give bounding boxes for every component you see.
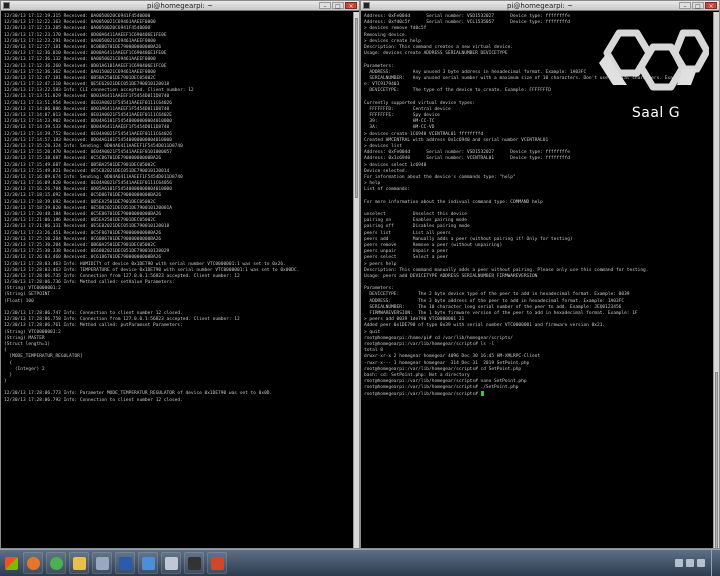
left-scroll-thumb[interactable] bbox=[355, 18, 358, 198]
start-button-taskbar-button[interactable] bbox=[2, 552, 20, 574]
maximize-button[interactable]: □ bbox=[692, 2, 704, 10]
left-window-titlebar[interactable]: pi@homegearpi: ~ – □ × bbox=[1, 1, 359, 11]
firefox-taskbar-button[interactable] bbox=[23, 552, 43, 574]
taskbar bbox=[0, 549, 720, 576]
terminal-line: 12/30/13 17:28:03.463 Info: TEMPERATURE … bbox=[4, 267, 300, 273]
app-terminal-taskbar-button[interactable] bbox=[184, 552, 204, 574]
folder-icon bbox=[72, 556, 86, 570]
tray-network-icon[interactable] bbox=[686, 559, 694, 567]
right-vertical-scrollbar[interactable] bbox=[713, 12, 719, 548]
app-network-taskbar-button[interactable] bbox=[161, 552, 181, 574]
powerpoint-taskbar-button[interactable] bbox=[207, 552, 227, 574]
explorer-taskbar-button[interactable] bbox=[69, 552, 89, 574]
maximize-button[interactable]: □ bbox=[332, 2, 344, 10]
chrome-icon bbox=[49, 556, 63, 570]
terminal-line: 12/30/13 17:28:06.792 Info: Connection t… bbox=[4, 397, 183, 403]
left-terminal-window[interactable]: pi@homegearpi: ~ – □ × 12/30/13 17:12:19… bbox=[0, 0, 360, 549]
right-terminal-window[interactable]: pi@homegearpi: ~ – □ × Address: 0xFe004d… bbox=[360, 0, 720, 549]
word-taskbar-button[interactable] bbox=[115, 552, 135, 574]
right-scroll-thumb[interactable] bbox=[715, 372, 718, 548]
left-window-title: pi@homegearpi: ~ bbox=[147, 1, 213, 10]
word-icon bbox=[118, 556, 132, 570]
app-e-taskbar-button[interactable] bbox=[138, 552, 158, 574]
tray-volume-icon[interactable] bbox=[697, 559, 705, 567]
right-window-titlebar[interactable]: pi@homegearpi: ~ – □ × bbox=[361, 1, 719, 11]
show-desktop-button[interactable] bbox=[711, 549, 716, 576]
close-button[interactable]: × bbox=[345, 2, 357, 10]
logo-text: Saal G bbox=[631, 105, 681, 121]
windows-logo-icon bbox=[4, 556, 18, 570]
tray-flag-icon[interactable] bbox=[675, 559, 683, 567]
right-window-title: pi@homegearpi: ~ bbox=[507, 1, 573, 10]
minimize-button[interactable]: – bbox=[319, 2, 331, 10]
putty-taskbar-button[interactable] bbox=[92, 552, 112, 574]
close-button[interactable]: × bbox=[705, 2, 717, 10]
minimize-button[interactable]: – bbox=[679, 2, 691, 10]
chrome-taskbar-button[interactable] bbox=[46, 552, 66, 574]
network-icon bbox=[164, 556, 178, 570]
firefox-icon bbox=[26, 556, 40, 570]
terminal-line: root@homegearpi:/var/lib/homegear/script… bbox=[364, 391, 711, 397]
left-terminal-output[interactable]: 12/30/13 17:12:19.315 Received: 0A005002… bbox=[1, 12, 353, 548]
system-tray bbox=[675, 549, 720, 576]
terminal-icon bbox=[187, 556, 201, 570]
terminal-cursor bbox=[480, 391, 484, 397]
left-vertical-scrollbar[interactable] bbox=[353, 12, 359, 548]
powerpoint-icon bbox=[210, 556, 224, 570]
putty-icon bbox=[95, 556, 109, 570]
e-icon bbox=[141, 556, 155, 570]
